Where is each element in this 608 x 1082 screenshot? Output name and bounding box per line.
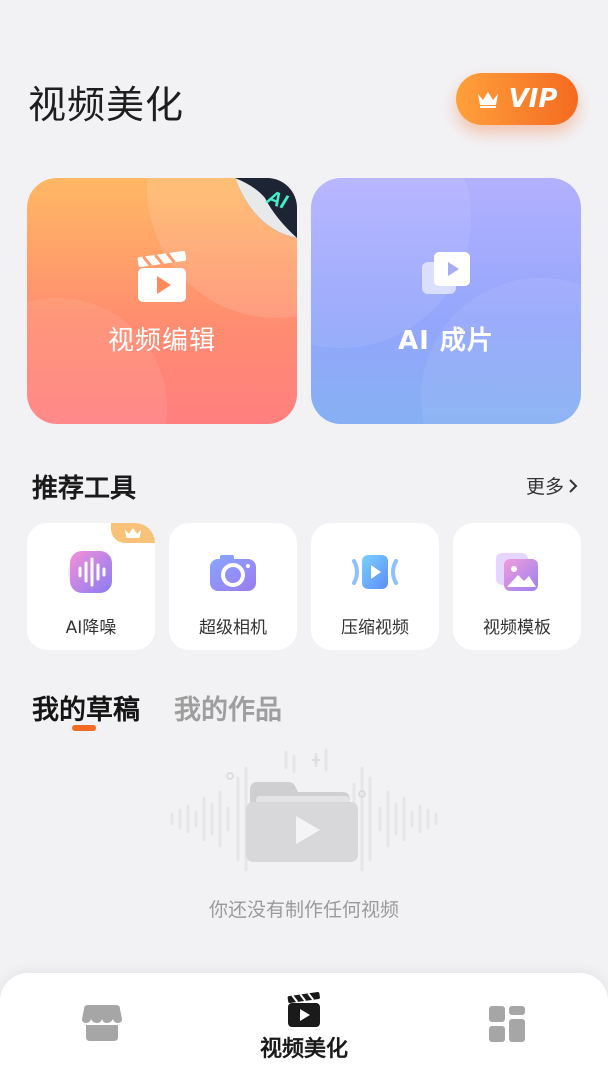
tool-label: 超级相机 — [199, 618, 267, 638]
nav-label: 视频美化 — [259, 1037, 348, 1062]
crown-icon — [477, 92, 498, 108]
stacked-video-icon — [422, 251, 470, 294]
more-link[interactable]: 更多 — [526, 472, 578, 499]
ai-film-card[interactable]: AI 成片 — [311, 178, 581, 424]
empty-state-text: 你还没有制作任何视频 — [208, 899, 399, 921]
compress-video-icon — [352, 555, 398, 589]
shop-icon[interactable] — [80, 1003, 124, 1043]
template-image-icon — [496, 553, 538, 591]
tab-works[interactable]: 我的作品 — [174, 688, 282, 727]
grid-icon[interactable] — [488, 1005, 526, 1043]
vip-button[interactable]: VIP — [456, 73, 578, 125]
ai-film-label: AI 成片 — [398, 325, 494, 356]
ai-badge: AI — [235, 178, 297, 238]
page-title: 视频美化 — [28, 83, 185, 127]
tool-super-camera[interactable]: 超级相机 — [169, 523, 297, 650]
tool-label: 压缩视频 — [341, 618, 409, 638]
tools-section-title: 推荐工具 — [32, 474, 137, 504]
camera-icon — [210, 555, 256, 591]
more-label: 更多 — [526, 476, 565, 498]
tab-drafts[interactable]: 我的草稿 — [32, 688, 140, 727]
bottom-nav: 视频美化 — [0, 973, 608, 1082]
vip-label: VIP — [508, 84, 558, 114]
audio-wave-icon — [68, 551, 112, 593]
active-tab-indicator — [72, 725, 96, 731]
nav-video-beautify[interactable]: 视频美化 — [250, 991, 358, 1067]
tool-compress-video[interactable]: 压缩视频 — [311, 523, 439, 650]
tool-label: AI降噪 — [65, 618, 117, 638]
tool-label: 视频模板 — [483, 618, 551, 638]
tool-video-template[interactable]: 视频模板 — [453, 523, 581, 650]
tool-ai-denoise[interactable]: AI降噪 — [27, 523, 155, 650]
video-edit-card[interactable]: AI 视频编辑 — [27, 178, 297, 424]
crown-icon — [124, 528, 142, 538]
empty-folder-icon — [170, 748, 438, 872]
vip-crown-tag — [111, 523, 155, 543]
clapperboard-icon — [137, 250, 187, 302]
video-edit-label: 视频编辑 — [107, 325, 216, 356]
clapperboard-icon — [287, 992, 320, 1027]
chevron-right-icon — [569, 478, 578, 493]
